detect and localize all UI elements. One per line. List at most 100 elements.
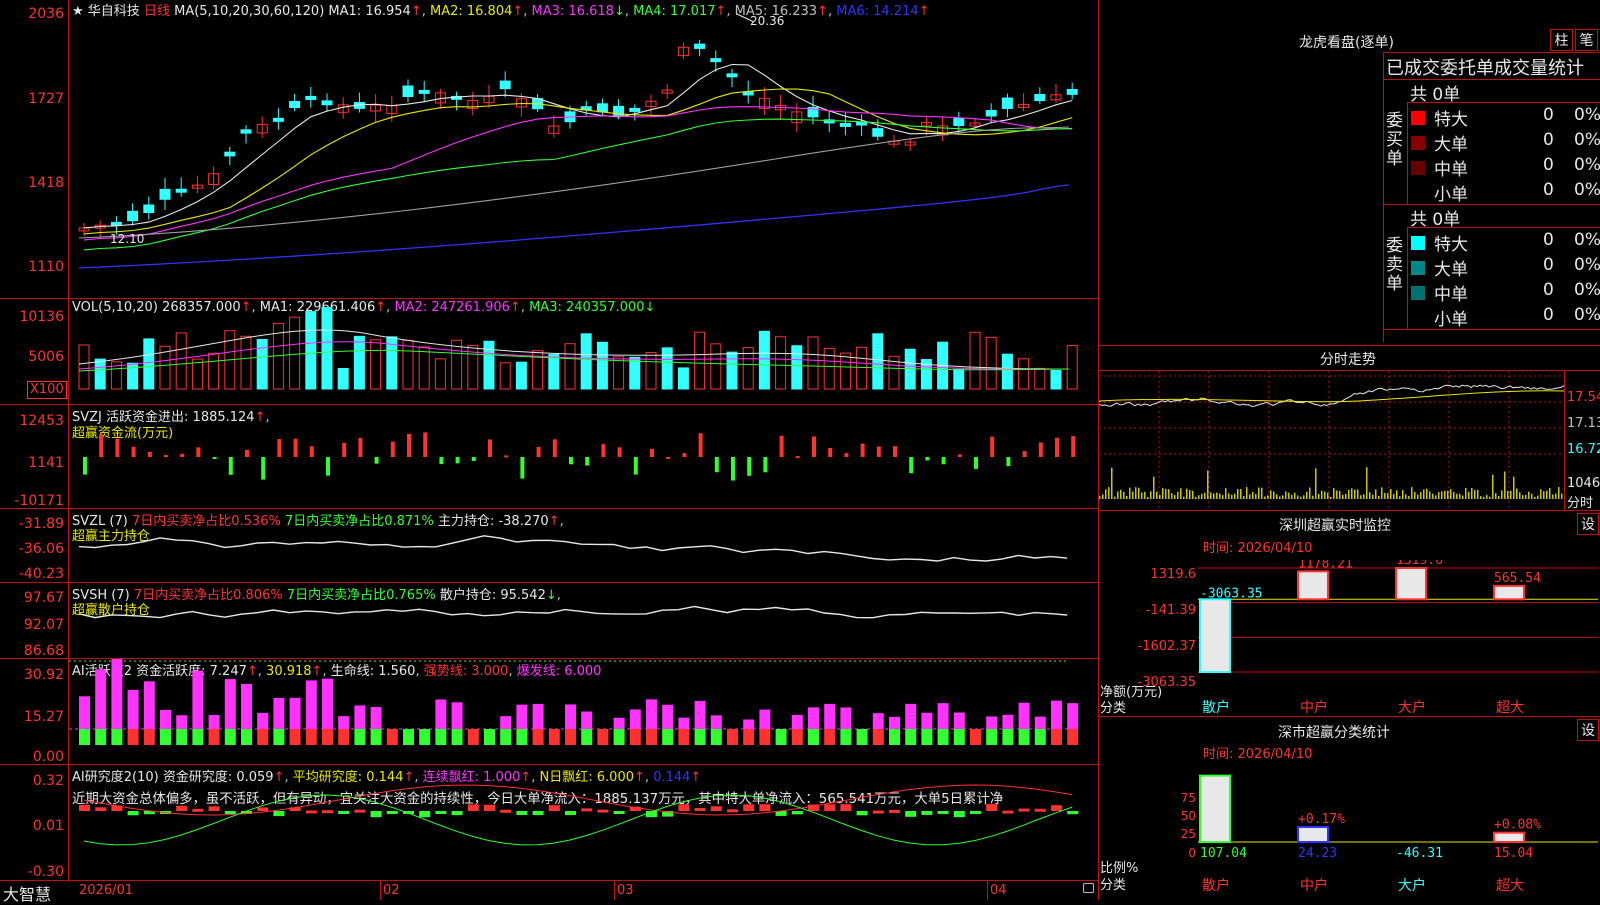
intraday-vol-bar: [1555, 493, 1557, 499]
intraday-vol-bar: [1276, 494, 1278, 499]
classify-bar-value: -46.31: [1396, 846, 1443, 861]
flow-bar: [1055, 437, 1059, 457]
intraday-vol-bar: [1516, 488, 1518, 499]
bar-mode-button[interactable]: 柱: [1550, 29, 1573, 51]
svzj-ytick-1: 12453: [19, 413, 64, 429]
row-percent: 0%: [1574, 105, 1600, 125]
row-count: 0: [1543, 280, 1554, 300]
intraday-vol-bar: [1105, 489, 1107, 499]
row-percent: 0%: [1574, 280, 1600, 300]
monitor-ylabel-2: 分类: [1100, 701, 1127, 716]
intraday-vol-bar: [1123, 491, 1125, 499]
flow-bar: [552, 439, 557, 457]
ai1-chart[interactable]: [69, 659, 1098, 764]
flow-bar: [488, 439, 492, 457]
vol-unit-badge[interactable]: X100: [27, 381, 67, 399]
research-bar: [710, 806, 722, 811]
classify-settings-button[interactable]: 设: [1577, 719, 1599, 741]
activity-bar: [257, 712, 269, 729]
activity-bar: [338, 716, 350, 729]
flow-bar: [131, 446, 136, 457]
intraday-vol-bar: [1405, 494, 1407, 499]
activity-bar: [516, 704, 528, 729]
volume-bar: [856, 346, 868, 390]
main-ytick-3: 1418: [28, 175, 64, 191]
intraday-vol-bar: [1408, 495, 1410, 499]
activity-base-bar: [257, 729, 269, 745]
activity-base-bar: [581, 729, 593, 745]
flow-bar: [682, 453, 687, 457]
flow-bar: [974, 457, 978, 469]
buy-label: 委买单: [1386, 111, 1403, 169]
volume-bar: [1066, 345, 1078, 390]
row-name: 大单: [1434, 135, 1468, 155]
activity-base-bar: [791, 729, 803, 745]
monitor-chart[interactable]: -3063.35 散户 1178.21 中户 1319.6 大户 565.54 超大: [1198, 560, 1598, 720]
activity-bar: [808, 707, 819, 729]
intraday-chart[interactable]: [1099, 371, 1565, 511]
tick-mode-button[interactable]: 笔: [1575, 29, 1598, 51]
intraday-vol-bar: [1135, 487, 1137, 499]
classify-bar-top-label: +0.17%: [1298, 812, 1345, 827]
ai1-ytick-2: 15.27: [23, 709, 64, 725]
intraday-vol-bar: [1501, 490, 1503, 499]
monitor-title: 深圳超赢实时监控: [1279, 518, 1391, 534]
research-red-line: [83, 784, 1073, 816]
row-color-swatch: [1411, 286, 1425, 300]
svsh-chart[interactable]: [69, 583, 1098, 658]
kline-chart[interactable]: [69, 0, 1098, 298]
intraday-vol-bar: [1411, 487, 1413, 499]
classify-chart[interactable]: 107.04 散户 +0.17% 24.23 中户 -46.31 大户 +0.08% 15.04…: [1198, 770, 1598, 900]
research-bar: [354, 809, 366, 813]
activity-bar: [710, 715, 722, 729]
row-count: 0: [1543, 105, 1554, 125]
activity-bar: [1018, 702, 1030, 729]
flow-bar: [909, 457, 914, 474]
xaxis-date-2: 02: [383, 883, 400, 898]
intraday-vol-bar: [1195, 496, 1197, 499]
activity-bar: [824, 703, 836, 729]
lock-icon[interactable]: [1083, 883, 1094, 893]
ma1-line: [83, 63, 1073, 229]
intraday-vol-bar: [1252, 491, 1254, 499]
flow-bar: [893, 446, 897, 457]
intraday-vol-bar: [1438, 492, 1440, 499]
ai2-chart[interactable]: [69, 765, 1098, 880]
flow-bar: [860, 443, 865, 457]
candle: [1001, 97, 1013, 109]
monitor-settings-button[interactable]: 设: [1577, 513, 1599, 535]
volume-bar: [191, 358, 203, 390]
volume-bar: [985, 336, 997, 390]
svzl-line: [78, 535, 1068, 562]
intraday-vol-bar: [1339, 491, 1341, 499]
candle: [272, 117, 284, 122]
svzl-chart[interactable]: [69, 509, 1098, 582]
activity-base-bar: [289, 729, 301, 745]
row-percent: 0%: [1574, 255, 1600, 275]
row-name: 中单: [1434, 285, 1468, 305]
row-percent: 0%: [1574, 230, 1600, 250]
intraday-vol-bar: [1546, 490, 1548, 499]
activity-bar: [694, 700, 706, 729]
intraday-vol-bar: [1147, 496, 1149, 499]
xaxis-date-4: 04: [990, 883, 1007, 898]
activity-bar: [435, 699, 447, 729]
activity-bar: [273, 697, 285, 729]
svzj-chart[interactable]: [69, 405, 1098, 508]
activity-base-bar: [856, 729, 868, 745]
flow-bar: [876, 446, 881, 457]
flow-bar: [714, 457, 719, 473]
flow-bar: [698, 433, 703, 457]
intraday-vol-bar: [1528, 491, 1530, 499]
activity-bar: [791, 714, 803, 729]
research-bar: [484, 804, 495, 811]
volume-bar: [661, 347, 673, 390]
ma4-line: [83, 118, 1073, 251]
volume-chart[interactable]: [69, 299, 1098, 404]
activity-base-bar: [824, 729, 836, 745]
svsh-ytick-2: 92.07: [23, 617, 64, 633]
classify-bar-value: 107.04: [1200, 846, 1247, 861]
flow-bar: [293, 438, 298, 457]
activity-base-bar: [305, 729, 317, 745]
intraday-vol-bar: [1477, 489, 1479, 499]
